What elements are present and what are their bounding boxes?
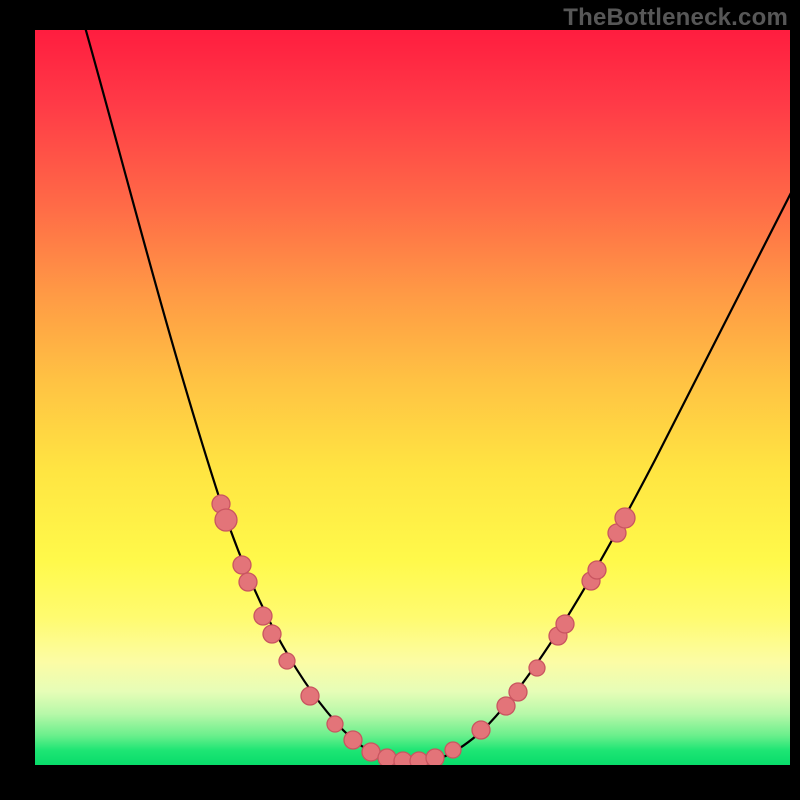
- watermark-text: TheBottleneck.com: [563, 4, 788, 32]
- curve-bead: [445, 742, 461, 758]
- curve-bead: [426, 749, 444, 765]
- curve-bead: [378, 749, 396, 765]
- curve-bead: [233, 556, 251, 574]
- curve-bead: [529, 660, 545, 676]
- curve-bead: [509, 683, 527, 701]
- curve-layer: [35, 30, 790, 765]
- curve-bead: [215, 509, 237, 531]
- curve-bead: [279, 653, 295, 669]
- curve-bead: [394, 752, 412, 765]
- curve-bead: [588, 561, 606, 579]
- curve-bead: [362, 743, 380, 761]
- chart-frame: TheBottleneck.com: [0, 0, 800, 800]
- curve-bead: [410, 752, 428, 765]
- curve-bead: [263, 625, 281, 643]
- curve-bead: [615, 508, 635, 528]
- curve-bead: [254, 607, 272, 625]
- bottleneck-curve: [83, 30, 790, 763]
- curve-bead: [239, 573, 257, 591]
- curve-bead: [327, 716, 343, 732]
- curve-bead: [344, 731, 362, 749]
- curve-beads-group: [212, 495, 635, 765]
- curve-bead: [556, 615, 574, 633]
- curve-bead: [301, 687, 319, 705]
- plot-area: [35, 30, 790, 765]
- curve-bead: [472, 721, 490, 739]
